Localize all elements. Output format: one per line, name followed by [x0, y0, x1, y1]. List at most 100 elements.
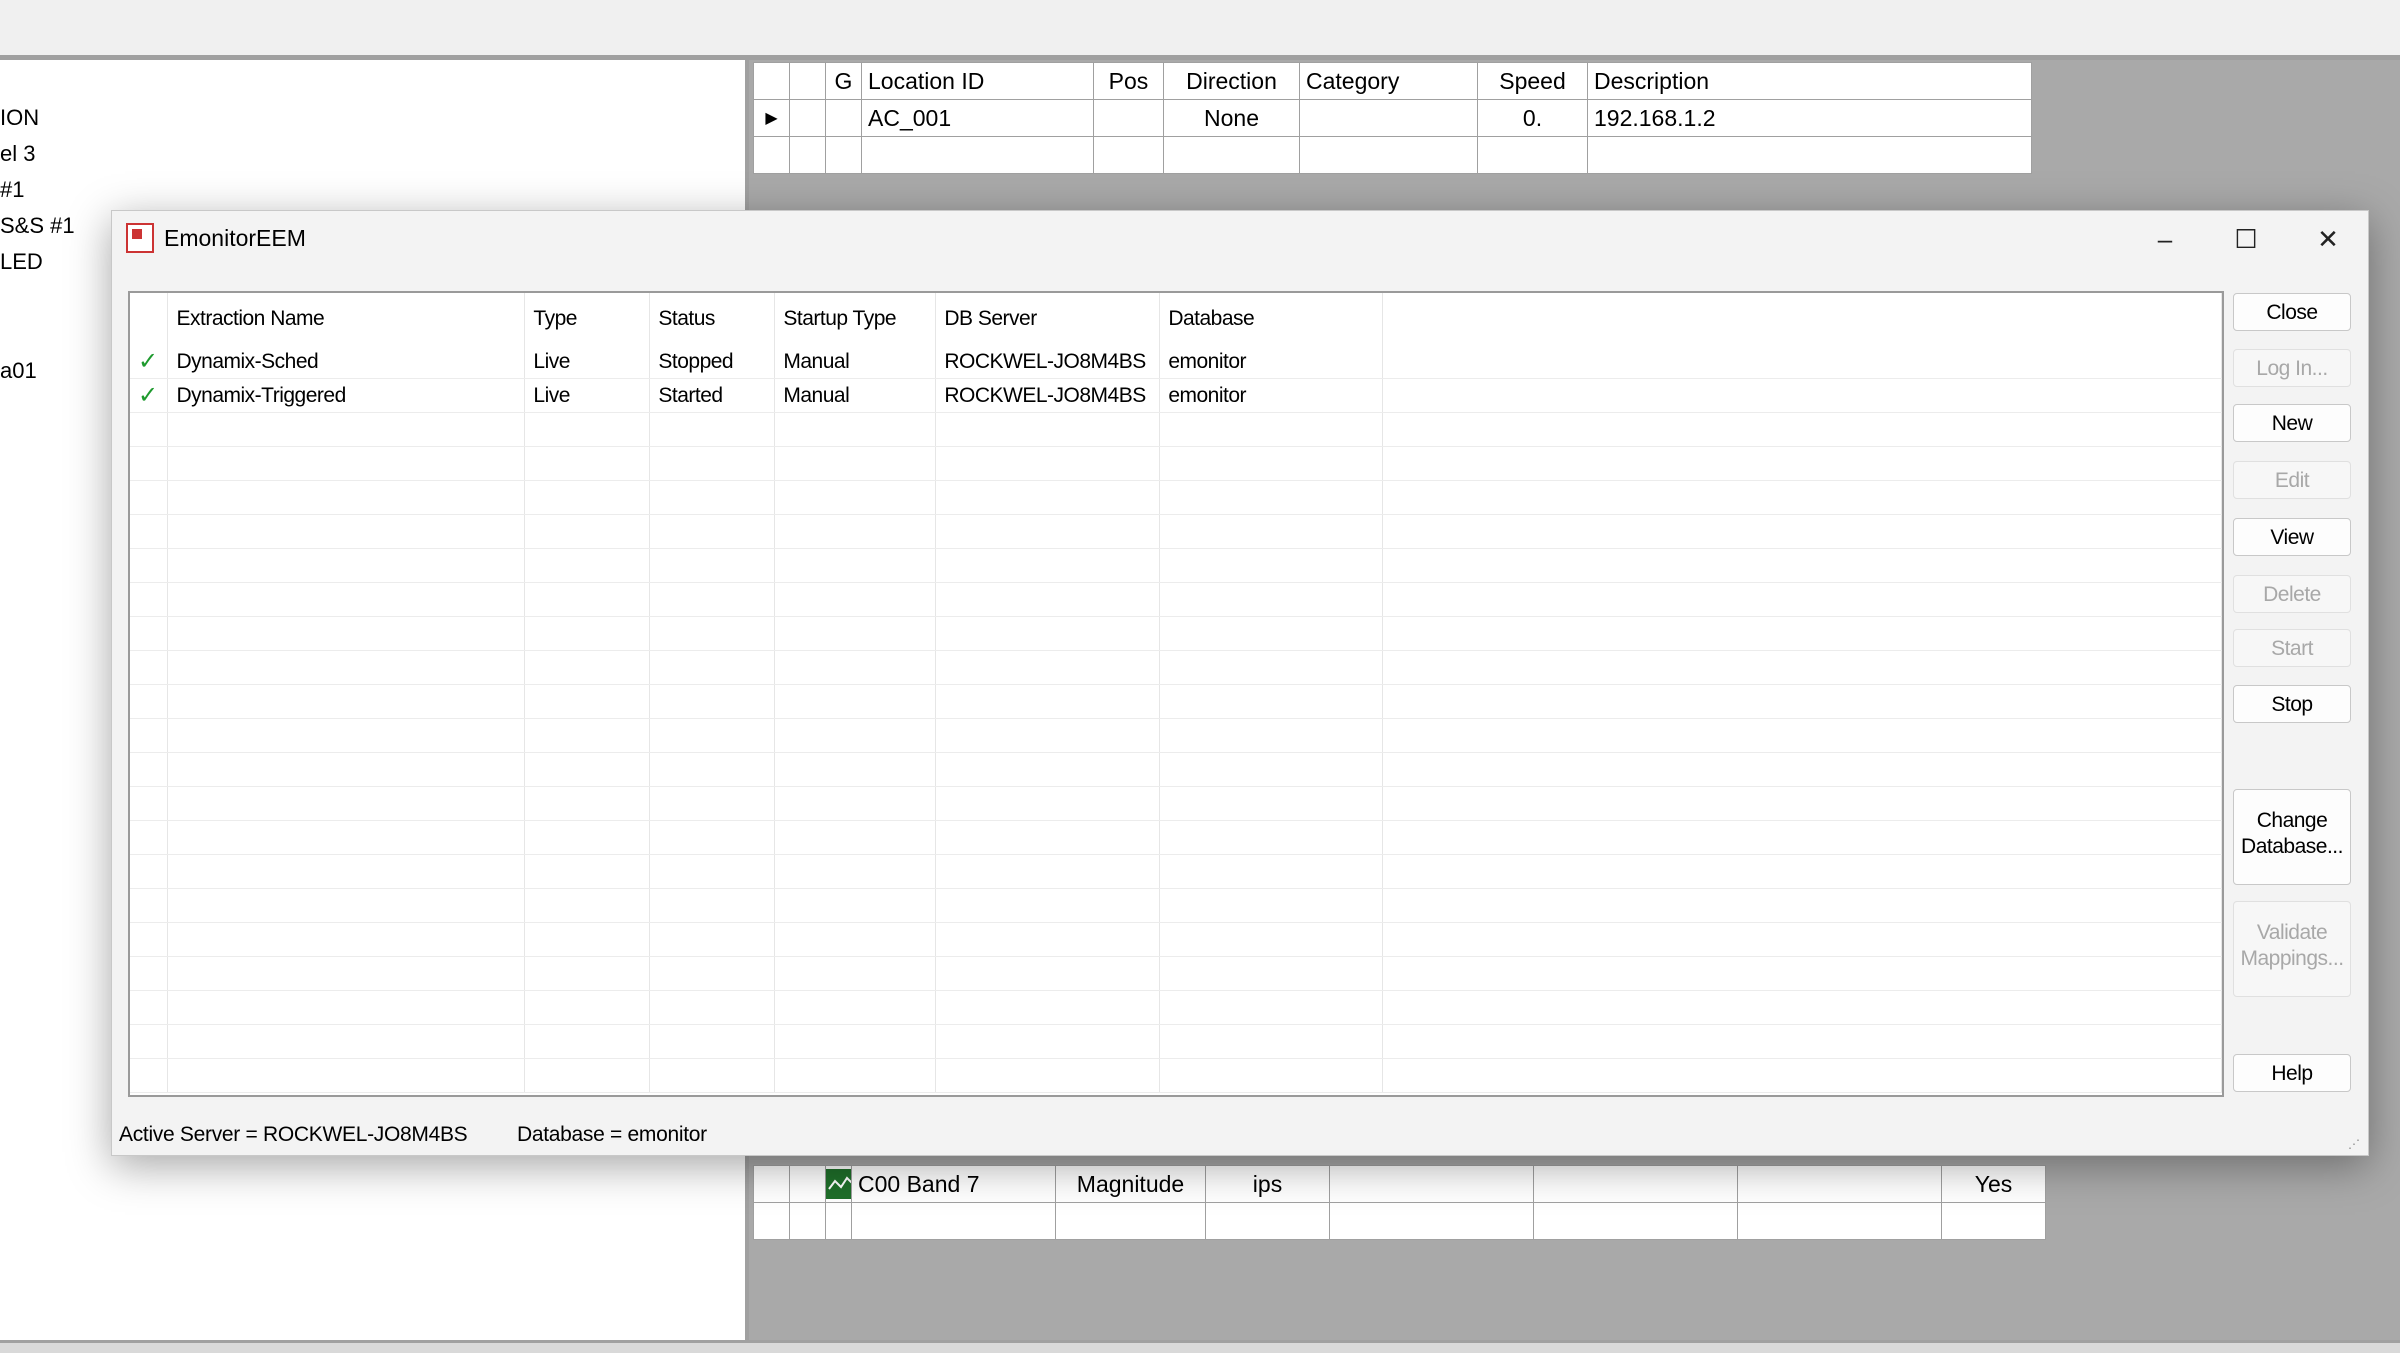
col-header-type[interactable]: Type — [524, 293, 651, 345]
grid-cell[interactable] — [825, 1202, 852, 1240]
cell-status[interactable]: Stopped — [649, 345, 776, 379]
grid-cell-category[interactable] — [1299, 99, 1478, 137]
stop-button[interactable]: Stop — [2233, 685, 2351, 723]
col-header-extraction-name[interactable]: Extraction Name — [167, 293, 526, 345]
cell-type[interactable]: Live — [524, 378, 651, 413]
grid-cell[interactable] — [1533, 1165, 1738, 1203]
grid-cell[interactable] — [753, 136, 790, 174]
grid-cell[interactable] — [789, 1165, 826, 1203]
minimize-icon[interactable]: – — [2130, 219, 2200, 259]
cell-filler[interactable] — [1382, 378, 2222, 413]
grid-header-direction[interactable]: Direction — [1163, 62, 1300, 100]
table-row[interactable]: C00 Band 7 Magnitude ips Yes — [753, 1165, 2046, 1203]
grid-cell-speed[interactable]: 0. — [1477, 99, 1588, 137]
grid-cell-pos[interactable] — [1093, 99, 1164, 137]
extraction-list[interactable]: Extraction Name Type Status Startup Type… — [128, 291, 2224, 1097]
grid-header[interactable] — [789, 62, 826, 100]
table-row[interactable] — [753, 1202, 2046, 1240]
grid-cell[interactable] — [1163, 136, 1300, 174]
new-button[interactable]: New — [2233, 404, 2351, 442]
resize-grip-icon[interactable]: ⋰ — [2348, 1137, 2362, 1151]
dialog-titlebar[interactable]: EmonitorEEM – ☐ ✕ — [112, 211, 2368, 267]
close-icon[interactable]: ✕ — [2293, 219, 2363, 259]
grid-cell[interactable] — [1737, 1165, 1942, 1203]
delete-button[interactable]: Delete — [2233, 575, 2351, 613]
grid-cell[interactable] — [861, 136, 1094, 174]
help-button[interactable]: Help — [2233, 1054, 2351, 1092]
grid-cell[interactable] — [1329, 1165, 1534, 1203]
col-header-startup-type[interactable]: Startup Type — [774, 293, 937, 345]
grid-cell[interactable] — [1533, 1202, 1738, 1240]
grid-cell[interactable] — [1093, 136, 1164, 174]
cell-database[interactable]: emonitor — [1159, 378, 1384, 413]
list-item[interactable]: ✓ Dynamix-Sched Live Stopped Manual ROCK… — [130, 345, 2222, 379]
grid-cell-direction[interactable]: None — [1163, 99, 1300, 137]
empty-cell — [524, 480, 651, 515]
row-selector-icon[interactable]: ▶ — [753, 99, 790, 137]
tree-item[interactable]: ION — [0, 105, 39, 131]
grid-cell-units[interactable]: ips — [1205, 1165, 1330, 1203]
tree-item[interactable]: #1 — [0, 177, 24, 203]
view-button[interactable]: View — [2233, 518, 2351, 556]
tree-item[interactable]: LED — [0, 249, 43, 275]
empty-cell — [130, 752, 169, 787]
edit-button[interactable]: Edit — [2233, 461, 2351, 499]
cell-database[interactable]: emonitor — [1159, 345, 1384, 379]
grid-cell[interactable] — [789, 99, 826, 137]
cell-type[interactable]: Live — [524, 345, 651, 379]
grid-cell[interactable] — [1941, 1202, 2046, 1240]
grid-cell-description[interactable]: 192.168.1.2 — [1587, 99, 2032, 137]
cell-filler[interactable] — [1382, 345, 2222, 379]
grid-cell-type[interactable]: Magnitude — [1055, 1165, 1206, 1203]
cell-extraction-name[interactable]: Dynamix-Sched — [167, 345, 526, 379]
status-database: Database = emonitor — [517, 1123, 707, 1146]
log-in-button[interactable]: Log In... — [2233, 349, 2351, 387]
grid-cell[interactable] — [789, 1202, 826, 1240]
cell-startup-type[interactable]: Manual — [774, 345, 937, 379]
close-button[interactable]: Close — [2233, 293, 2351, 331]
grid-cell[interactable] — [1477, 136, 1588, 174]
grid-cell[interactable] — [1055, 1202, 1206, 1240]
tree-item[interactable]: S&S #1 — [0, 213, 75, 239]
col-header-db-server[interactable]: DB Server — [935, 293, 1161, 345]
col-header-status[interactable]: Status — [649, 293, 776, 345]
grid-cell[interactable] — [753, 1202, 790, 1240]
grid-header-description[interactable]: Description — [1587, 62, 2032, 100]
grid-cell-location-id[interactable]: AC_001 — [861, 99, 1094, 137]
tree-item[interactable]: a01 — [0, 358, 37, 384]
grid-header-g[interactable]: G — [825, 62, 862, 100]
table-row[interactable] — [753, 136, 2032, 174]
grid-cell[interactable] — [1737, 1202, 1942, 1240]
validate-mappings-button[interactable]: Validate Mappings... — [2233, 901, 2351, 997]
cell-startup-type[interactable]: Manual — [774, 378, 937, 413]
grid-cell[interactable] — [825, 136, 862, 174]
grid-cell[interactable] — [1205, 1202, 1330, 1240]
cell-db-server[interactable]: ROCKWEL-JO8M4BS — [935, 345, 1161, 379]
grid-header-pos[interactable]: Pos — [1093, 62, 1164, 100]
grid-cell-flag[interactable]: Yes — [1941, 1165, 2046, 1203]
grid-header-category[interactable]: Category — [1299, 62, 1478, 100]
maximize-icon[interactable]: ☐ — [2211, 219, 2281, 259]
empty-cell — [935, 616, 1161, 651]
grid-cell[interactable] — [825, 99, 862, 137]
col-header-database[interactable]: Database — [1159, 293, 1384, 345]
grid-cell[interactable] — [753, 1165, 790, 1203]
cell-extraction-name[interactable]: Dynamix-Triggered — [167, 378, 526, 413]
empty-row — [130, 786, 2222, 821]
change-database-button[interactable]: Change Database... — [2233, 789, 2351, 885]
grid-cell[interactable] — [851, 1202, 1056, 1240]
grid-cell-name[interactable]: C00 Band 7 — [851, 1165, 1056, 1203]
grid-header-speed[interactable]: Speed — [1477, 62, 1588, 100]
grid-header[interactable] — [753, 62, 790, 100]
list-item[interactable]: ✓ Dynamix-Triggered Live Started Manual … — [130, 378, 2222, 413]
start-button[interactable]: Start — [2233, 629, 2351, 667]
grid-header-location-id[interactable]: Location ID — [861, 62, 1094, 100]
tree-item[interactable]: el 3 — [0, 141, 35, 167]
grid-cell[interactable] — [789, 136, 826, 174]
cell-db-server[interactable]: ROCKWEL-JO8M4BS — [935, 378, 1161, 413]
grid-cell[interactable] — [1587, 136, 2032, 174]
cell-status[interactable]: Started — [649, 378, 776, 413]
table-row[interactable]: ▶ AC_001 None 0. 192.168.1.2 — [753, 99, 2032, 137]
grid-cell[interactable] — [1329, 1202, 1534, 1240]
grid-cell[interactable] — [1299, 136, 1478, 174]
